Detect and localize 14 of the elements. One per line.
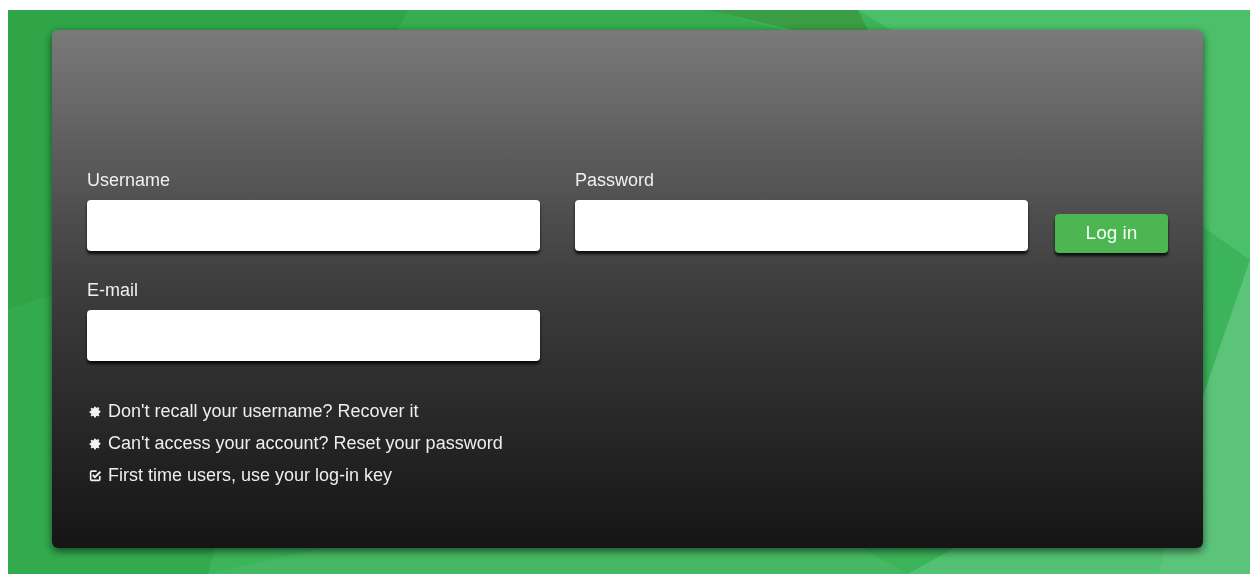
help-link[interactable]: Recover it — [337, 401, 419, 421]
help-link[interactable]: Reset your password — [333, 433, 503, 453]
input-field[interactable] — [87, 200, 540, 251]
help-text: Don't recall your username? Recover it — [108, 400, 419, 423]
input-field[interactable] — [87, 310, 540, 361]
gear-icon — [89, 405, 102, 418]
field-label: Password — [575, 169, 656, 192]
help-text: First time users, use your log-in key — [108, 464, 393, 487]
field-label: E-mail — [87, 279, 139, 302]
gear-icon — [89, 437, 102, 450]
checkbox-icon — [89, 469, 102, 482]
help-text: Can't access your account? Reset your password — [108, 432, 503, 455]
input-field[interactable] — [575, 200, 1028, 251]
field-label: Username — [87, 169, 172, 192]
